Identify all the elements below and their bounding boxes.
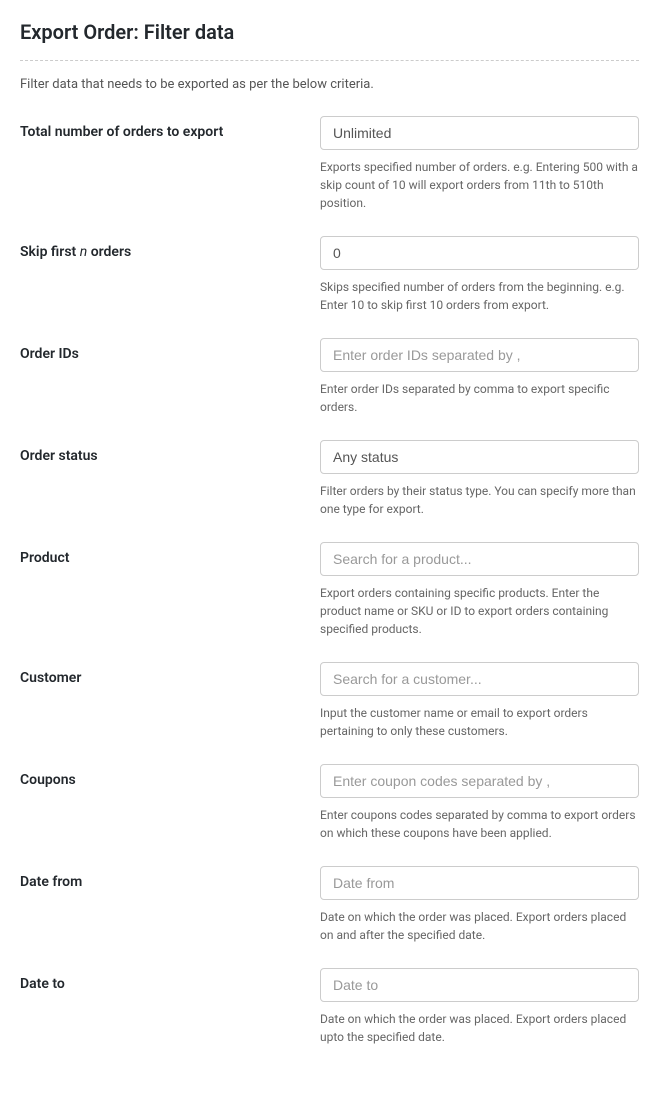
label-total-orders: Total number of orders to export	[20, 124, 223, 140]
desc-order-ids: Enter order IDs separated by comma to ex…	[320, 380, 639, 416]
label-col-product: Product	[20, 542, 320, 566]
field-col-total-orders: Exports specified number of orders. e.g.…	[320, 116, 639, 212]
filter-form: Total number of orders to export Exports…	[20, 116, 639, 1046]
page-container: Export Order: Filter data Filter data th…	[0, 0, 659, 1110]
label-col-customer: Customer	[20, 662, 320, 686]
form-row-date-from: Date from Date on which the order was pl…	[20, 866, 639, 944]
page-title: Export Order: Filter data	[20, 20, 639, 44]
field-col-customer: Input the customer name or email to expo…	[320, 662, 639, 740]
label-customer: Customer	[20, 670, 81, 686]
label-order-status: Order status	[20, 448, 98, 464]
label-col-skip-orders: Skip first n orders	[20, 236, 320, 260]
label-col-date-to: Date to	[20, 968, 320, 992]
desc-customer: Input the customer name or email to expo…	[320, 704, 639, 740]
label-col-total-orders: Total number of orders to export	[20, 116, 320, 140]
label-col-order-status: Order status	[20, 440, 320, 464]
field-col-date-from: Date on which the order was placed. Expo…	[320, 866, 639, 944]
input-skip-orders[interactable]	[320, 236, 639, 270]
form-row-customer: Customer Input the customer name or emai…	[20, 662, 639, 740]
input-order-status[interactable]	[320, 440, 639, 474]
label-skip-orders: Skip first n orders	[20, 244, 131, 260]
field-col-order-ids: Enter order IDs separated by comma to ex…	[320, 338, 639, 416]
label-product: Product	[20, 550, 69, 566]
input-customer[interactable]	[320, 662, 639, 696]
form-row-product: Product Export orders containing specifi…	[20, 542, 639, 638]
input-order-ids[interactable]	[320, 338, 639, 372]
desc-date-to: Date on which the order was placed. Expo…	[320, 1010, 639, 1046]
form-row-order-status: Order status Filter orders by their stat…	[20, 440, 639, 518]
desc-skip-orders: Skips specified number of orders from th…	[320, 278, 639, 314]
form-row-date-to: Date to Date on which the order was plac…	[20, 968, 639, 1046]
input-coupons[interactable]	[320, 764, 639, 798]
label-col-date-from: Date from	[20, 866, 320, 890]
label-col-coupons: Coupons	[20, 764, 320, 788]
input-date-to[interactable]	[320, 968, 639, 1002]
field-col-skip-orders: Skips specified number of orders from th…	[320, 236, 639, 314]
label-col-order-ids: Order IDs	[20, 338, 320, 362]
label-date-from: Date from	[20, 874, 82, 890]
form-row-total-orders: Total number of orders to export Exports…	[20, 116, 639, 212]
desc-order-status: Filter orders by their status type. You …	[320, 482, 639, 518]
desc-coupons: Enter coupons codes separated by comma t…	[320, 806, 639, 842]
field-col-product: Export orders containing specific produc…	[320, 542, 639, 638]
page-subtitle: Filter data that needs to be exported as…	[20, 77, 639, 92]
input-total-orders[interactable]	[320, 116, 639, 150]
label-order-ids: Order IDs	[20, 346, 79, 362]
form-row-coupons: Coupons Enter coupons codes separated by…	[20, 764, 639, 842]
field-col-coupons: Enter coupons codes separated by comma t…	[320, 764, 639, 842]
section-divider	[20, 60, 639, 61]
field-col-order-status: Filter orders by their status type. You …	[320, 440, 639, 518]
input-date-from[interactable]	[320, 866, 639, 900]
desc-product: Export orders containing specific produc…	[320, 584, 639, 638]
form-row-order-ids: Order IDs Enter order IDs separated by c…	[20, 338, 639, 416]
form-row-skip-orders: Skip first n orders Skips specified numb…	[20, 236, 639, 314]
desc-total-orders: Exports specified number of orders. e.g.…	[320, 158, 639, 212]
field-col-date-to: Date on which the order was placed. Expo…	[320, 968, 639, 1046]
label-date-to: Date to	[20, 976, 65, 992]
label-coupons: Coupons	[20, 772, 76, 788]
input-product[interactable]	[320, 542, 639, 576]
desc-date-from: Date on which the order was placed. Expo…	[320, 908, 639, 944]
